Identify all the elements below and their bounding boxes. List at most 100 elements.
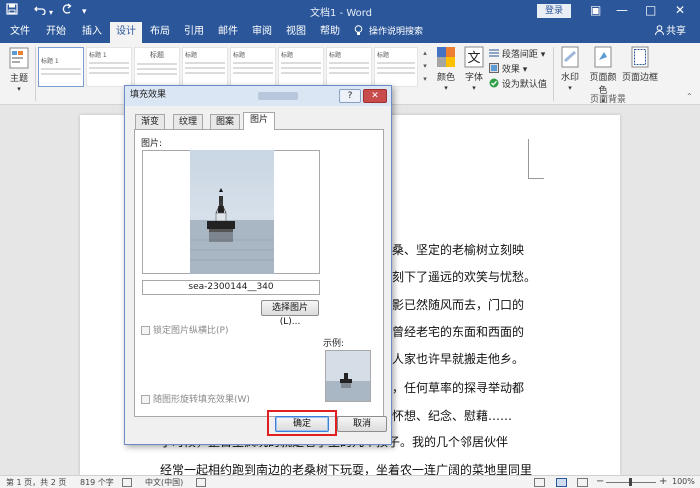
zoom-slider-thumb[interactable] (629, 478, 632, 486)
themes-icon (9, 47, 29, 69)
page-border-icon (631, 46, 649, 68)
tab-picture[interactable]: 图片 (243, 112, 275, 130)
ok-button-highlight (267, 410, 337, 436)
tab-view[interactable]: 视图 (282, 22, 310, 43)
colors-icon (437, 47, 455, 67)
sea-buoy-image (190, 150, 274, 274)
page-count[interactable]: 第 1 页，共 2 页 (6, 477, 66, 488)
picture-preview (142, 150, 320, 274)
doc-line: 桑、坚定的老榆树立刻映 (392, 243, 525, 257)
page-borders-button[interactable]: 页面边框 (622, 46, 658, 83)
sample-label: 示例: (323, 339, 345, 349)
tab-references[interactable]: 引用 (180, 22, 208, 43)
tab-design[interactable]: 设计 (110, 22, 142, 43)
word-count[interactable]: 819 个字 (80, 477, 114, 488)
page-border-label: 页面边框 (622, 73, 659, 83)
ribbon-display-options-icon[interactable]: ▣ (590, 2, 601, 18)
style-gallery-item-3[interactable]: 标题 (134, 47, 180, 87)
tab-texture[interactable]: 纹理 (173, 114, 203, 129)
tab-mailings[interactable]: 邮件 (214, 22, 242, 43)
zoom-out-icon[interactable]: − (596, 476, 604, 487)
effects-label: 效果 (501, 65, 520, 75)
language[interactable]: 中文(中国) (145, 477, 183, 488)
effects-button[interactable]: 效果 ▾ (489, 62, 527, 75)
window-title: 文档1 - Word (310, 8, 373, 19)
customize-quick-access-icon[interactable]: ▾ (82, 4, 87, 20)
style-gallery-item-4[interactable]: 标题 (182, 47, 228, 87)
fonts-button[interactable]: 文 字体 ▾ (462, 46, 486, 93)
page-color-icon (594, 46, 612, 68)
ribbon-separator (35, 47, 36, 101)
dialog-close-button[interactable]: ✕ (363, 89, 387, 103)
picture-filename: sea-2300144__340 (142, 280, 320, 295)
save-icon[interactable] (6, 3, 18, 19)
macro-icon[interactable] (196, 478, 206, 487)
person-icon (655, 25, 664, 36)
style-gallery-item-7[interactable]: 标题 (326, 47, 372, 87)
doc-line: 曾经老宅的东面和西面的 (392, 325, 525, 339)
proofing-icon[interactable] (122, 478, 132, 487)
login-button[interactable]: 登录 (537, 4, 571, 18)
colors-button[interactable]: 颜色 ▾ (432, 46, 460, 93)
tab-gradient[interactable]: 渐变 (135, 114, 165, 129)
select-picture-button[interactable]: 选择图片(L)... (261, 300, 319, 327)
tab-pattern[interactable]: 图案 (210, 114, 240, 129)
share-button[interactable]: 共享 (655, 22, 686, 42)
svg-text:文: 文 (467, 51, 480, 66)
sample-buoy-image (326, 351, 370, 401)
zoom-level[interactable]: 100% (672, 477, 695, 486)
title-bar: ▾ ▾ 文档1 - Word 登录 ▣ — □ ✕ (0, 0, 700, 22)
lock-aspect-ratio-checkbox[interactable]: 锁定图片纵横比(P) (141, 323, 228, 336)
close-window-button[interactable]: ✕ (675, 2, 685, 18)
restore-button[interactable]: □ (645, 2, 656, 18)
tell-me-search[interactable]: 操作说明搜索 (354, 25, 423, 40)
tab-home[interactable]: 开始 (42, 22, 70, 43)
dialog-title: 填充效果 (130, 90, 167, 100)
style-gallery-item-6[interactable]: 标题 (278, 47, 324, 87)
minimize-button[interactable]: — (616, 2, 628, 18)
style-gallery-item-2[interactable]: 标题 1 (86, 47, 132, 87)
style-gallery-item-5[interactable]: 标题 (230, 47, 276, 87)
style-gallery-scroll[interactable]: ▴ ▾ ▾ (421, 47, 429, 87)
lock-aspect-ratio-label: 锁定图片纵横比(P) (153, 326, 229, 336)
tab-file[interactable]: 文件 (6, 22, 34, 43)
zoom-in-icon[interactable]: + (659, 476, 667, 487)
set-default-button[interactable]: 设为默认值 (489, 77, 547, 90)
watermark-label: 水印 (560, 73, 579, 83)
margin-corner-mark (528, 139, 544, 179)
print-layout-icon[interactable] (556, 478, 567, 487)
paragraph-spacing-icon (489, 49, 499, 57)
picture-label: 图片: (141, 139, 163, 149)
themes-button[interactable]: 主题 ▾ (6, 47, 32, 94)
style-gallery-item-8[interactable]: 标题 (374, 47, 418, 87)
picture-tab-panel: 图片: sea-2300144__340 选择图片(L)... 锁定图片纵横比(… (134, 129, 384, 417)
doc-line: 刻下了遥远的欢笑与忧愁。 (392, 270, 537, 284)
checkbox-box (141, 395, 150, 404)
page-background-group-label: 页面背景 (590, 95, 627, 105)
doc-line: 影已然随风而去，门口的 (392, 298, 525, 312)
ribbon-tabs: 文件 开始 插入 设计 布局 引用 邮件 审阅 视图 帮助 操作说明搜索 共享 (0, 22, 700, 43)
web-layout-icon[interactable] (577, 478, 588, 487)
watermark-icon (561, 46, 579, 68)
checkmark-circle-icon (489, 78, 499, 88)
colors-label: 颜色 (436, 73, 455, 83)
tab-review[interactable]: 审阅 (248, 22, 276, 43)
undo-dropdown-icon[interactable]: ▾ (49, 5, 53, 21)
collapse-ribbon-icon[interactable]: ⌃ (686, 92, 693, 101)
rotate-with-shape-checkbox[interactable]: 随图形旋转填充效果(W) (141, 392, 250, 405)
read-mode-icon[interactable] (534, 478, 545, 487)
ribbon-separator (553, 47, 554, 101)
tab-help[interactable]: 帮助 (316, 22, 344, 43)
fill-effects-dialog: 填充效果 ? ✕ 渐变 纹理 图案 图片 图片: sea-2300144__34 (124, 85, 392, 445)
tab-insert[interactable]: 插入 (78, 22, 106, 43)
tab-layout[interactable]: 布局 (146, 22, 174, 43)
cancel-button[interactable]: 取消 (337, 416, 387, 432)
redo-icon[interactable] (60, 3, 72, 19)
watermark-button[interactable]: 水印 ▾ (558, 46, 582, 93)
doc-line: ，任何草率的探寻举动都 (392, 381, 525, 395)
style-gallery-item-1[interactable]: 标题 1 (38, 47, 84, 87)
undo-icon[interactable] (34, 3, 47, 19)
paragraph-spacing-button[interactable]: 段落间距 ▾ (489, 47, 545, 60)
dialog-help-button[interactable]: ? (339, 89, 361, 103)
effects-icon (489, 63, 499, 73)
